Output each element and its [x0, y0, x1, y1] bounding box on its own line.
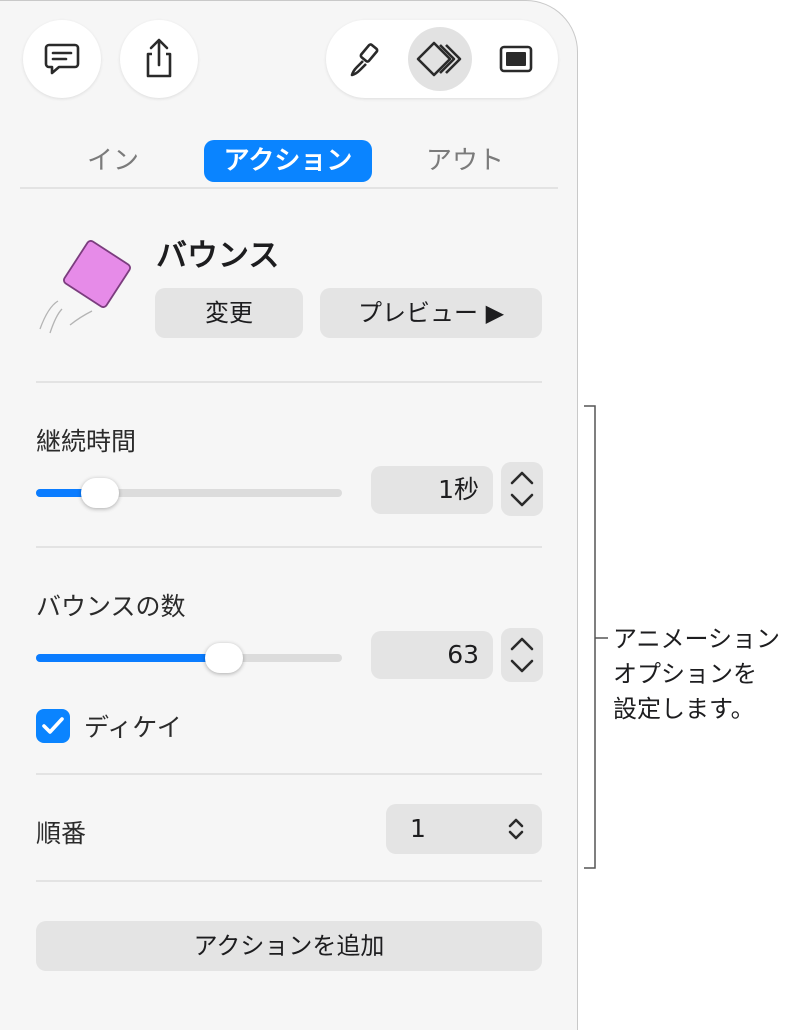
tab-in[interactable]: イン — [68, 140, 158, 182]
chevron-updown-icon — [508, 818, 524, 840]
change-effect-button[interactable]: 変更 — [155, 288, 303, 338]
decay-label: ディケイ — [84, 713, 182, 742]
callout-line: 設定します。 — [613, 695, 755, 723]
divider — [36, 381, 542, 383]
tab-out[interactable]: アウト — [410, 140, 520, 182]
divider — [36, 880, 542, 882]
checkmark-icon — [42, 717, 64, 734]
bounces-slider[interactable] — [36, 654, 342, 662]
bounces-stepper[interactable] — [501, 628, 543, 682]
duration-label: 継続時間 — [36, 427, 137, 456]
bounces-slider-knob[interactable] — [205, 643, 243, 673]
effect-name: バウンス — [156, 238, 280, 274]
comment-icon — [44, 43, 80, 75]
order-popup[interactable]: 1 — [386, 804, 542, 854]
duration-stepper[interactable] — [501, 462, 543, 516]
animate-diamond-icon — [416, 41, 462, 77]
bounces-label: バウンスの数 — [36, 592, 186, 621]
inspector-mode-group — [326, 20, 558, 98]
share-icon — [146, 38, 172, 78]
stepper-icon — [510, 637, 534, 673]
stepper-icon — [510, 471, 534, 507]
callout-line: アニメーション — [613, 625, 781, 653]
document-icon — [499, 45, 533, 73]
comment-button[interactable] — [23, 20, 101, 98]
tab-divider — [20, 187, 558, 189]
order-value: 1 — [410, 814, 426, 843]
preview-button[interactable]: プレビュー ▶ — [320, 288, 542, 338]
divider — [36, 546, 542, 548]
decay-checkbox[interactable] — [36, 709, 70, 743]
bounce-effect-thumbnail — [39, 240, 131, 334]
duration-field[interactable]: 1秒 — [371, 466, 493, 514]
paintbrush-icon — [350, 43, 379, 77]
divider — [36, 773, 542, 775]
callout-text: アニメーション オプションを 設定します。 — [613, 622, 780, 727]
add-action-button[interactable]: アクションを追加 — [36, 921, 542, 971]
animate-button[interactable] — [408, 27, 472, 91]
animate-inspector-panel: イン アクション アウト バウンス 変更 プレビュー ▶ 継続時間 1秒 バウン… — [0, 0, 578, 1030]
tab-action[interactable]: アクション — [204, 140, 372, 182]
share-button[interactable] — [120, 20, 198, 98]
duration-slider-knob[interactable] — [81, 478, 119, 508]
bounces-field[interactable]: 63 — [371, 631, 493, 679]
bounces-slider-fill — [36, 654, 224, 662]
callout-line: オプションを — [613, 660, 757, 688]
document-button[interactable] — [484, 27, 548, 91]
format-button[interactable] — [334, 27, 398, 91]
order-label: 順番 — [36, 819, 87, 848]
